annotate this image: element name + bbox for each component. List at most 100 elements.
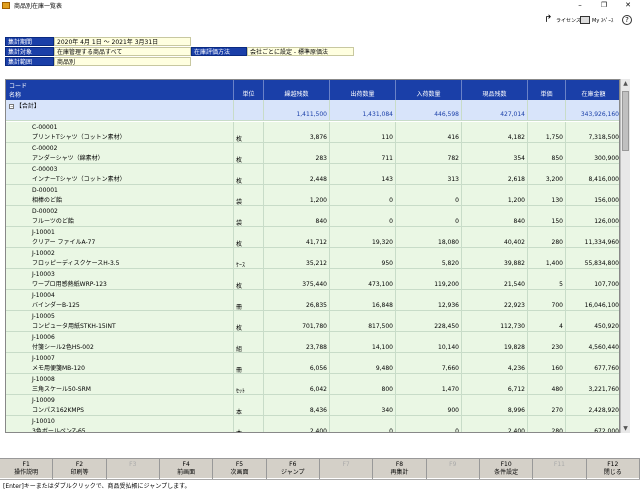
row-code: J-10002: [32, 250, 55, 257]
row-on-hand: 4,182: [461, 122, 527, 143]
row-unit-price: 270: [527, 395, 565, 416]
row-carryover: 283: [263, 143, 329, 164]
close-button[interactable]: ✕: [616, 0, 640, 10]
scroll-thumb[interactable]: [622, 91, 629, 151]
row-shipped: 711: [329, 143, 395, 164]
row-carryover: 840: [263, 206, 329, 227]
fkey-f2[interactable]: F2 印刷等: [53, 459, 107, 479]
row-unit: 枚: [233, 227, 263, 248]
vertical-scrollbar[interactable]: ▲ ▼: [620, 79, 630, 433]
table-row[interactable]: J-100103色ボールペンZ-65本2,400002,400280672,00…: [6, 416, 619, 433]
table-row[interactable]: J-10001 クリアー ファイルA-77 枚 41,712 19,320 18,080 4…: [6, 227, 619, 248]
row-unit: 枚: [233, 122, 263, 143]
grid-header: コード 名称 単位 繰越残数 出荷数量 入荷数量 現品残数 単価 在庫金額: [6, 80, 619, 100]
myspace-button[interactable]: My ｽﾍﾟｰｽ: [580, 13, 613, 27]
license-button[interactable]: ↱ ライセンス: [544, 13, 581, 27]
row-unit-price: 280: [527, 416, 565, 432]
table-row[interactable]: J-10005 コンピュータ用紙STKH-15INT 枚 701,780 817,500…: [6, 311, 619, 332]
table-row[interactable]: D-00001 相棒のど飴袋 1,200 0 0 1,200 130 156,000: [6, 185, 619, 206]
row-on-hand: 4,236: [461, 353, 527, 374]
table-row[interactable]: C-00003 インナーTシャツ（コットン素材） 枚 2,448 143 313 2,618…: [6, 164, 619, 185]
row-unit-price: 160: [527, 353, 565, 374]
row-amount: 55,834,800: [565, 248, 619, 269]
row-code: D-00001: [32, 187, 58, 194]
row-unit: 本: [233, 395, 263, 416]
row-unit: 袋: [233, 206, 263, 227]
fkey-label: 前画面: [177, 469, 196, 476]
restore-button[interactable]: ❐: [592, 0, 616, 10]
row-code: J-10006: [32, 334, 55, 341]
total-unit: [233, 100, 263, 121]
minimize-button[interactable]: –: [568, 0, 592, 10]
row-amount: 3,221,760: [565, 374, 619, 395]
row-shipped: 0: [329, 416, 395, 432]
row-received: 7,660: [395, 353, 461, 374]
row-name: 3色ボールペンZ-65: [32, 428, 86, 433]
row-carryover: 35,212: [263, 248, 329, 269]
row-carryover: 3,876: [263, 122, 329, 143]
total-label: 【合計】: [15, 103, 40, 110]
eval-value: 会社ごとに設定 - 標準原価法: [247, 47, 354, 56]
fkey-f6[interactable]: F6 ジャンプ: [267, 459, 320, 479]
row-on-hand: 19,828: [461, 332, 527, 353]
table-row[interactable]: D-00002 フルーツのど飴袋 840 0 0 840 150 126,000: [6, 206, 619, 227]
table-row[interactable]: C-00001 プリントTシャツ（コットン素材） 枚 3,876 110 416 4,182…: [6, 122, 619, 143]
total-row[interactable]: − 【合計】 1,411,500 1,431,084 446,598 427,0…: [6, 100, 619, 121]
inventory-grid[interactable]: コード 名称 単位 繰越残数 出荷数量 入荷数量 現品残数 単価 在庫金額 − …: [5, 79, 620, 433]
row-shipped: 340: [329, 395, 395, 416]
row-received: 5,820: [395, 248, 461, 269]
header-shipped: 出荷数量: [329, 80, 395, 100]
row-code: J-10009: [32, 397, 55, 404]
row-on-hand: 1,200: [461, 185, 527, 206]
table-row[interactable]: J-10004 バインダーB-125 冊 26,835 16,848 12,936 22,9…: [6, 290, 619, 311]
row-carryover: 2,400: [263, 416, 329, 432]
table-row[interactable]: J-10003 ワープロ用感熱紙WRP-123 枚 375,440 473,100 119…: [6, 269, 619, 290]
fkey-f8[interactable]: F8 再集計: [373, 459, 427, 479]
help-button[interactable]: ?: [622, 13, 632, 27]
table-row[interactable]: J-10002 フロッピーディスクケースH-3.5 ｹｰｽ 35,212 950 5,82…: [6, 248, 619, 269]
fkey-key: F10: [500, 461, 512, 468]
table-row[interactable]: J-10006 付箋シール2色HS-002 組 23,788 14,100 10,140 1…: [6, 332, 619, 353]
row-received: 119,200: [395, 269, 461, 290]
table-row[interactable]: J-10007 メモ用便箋MB-120 冊 6,056 9,480 7,660 4,236 1…: [6, 353, 619, 374]
fkey-f12[interactable]: F12 閉じる: [587, 459, 640, 479]
row-received: 313: [395, 164, 461, 185]
row-carryover: 1,200: [263, 185, 329, 206]
row-carryover: 41,712: [263, 227, 329, 248]
row-unit-price: 1,400: [527, 248, 565, 269]
row-code: J-10004: [32, 292, 55, 299]
row-on-hand: 840: [461, 206, 527, 227]
fkey-key: F5: [235, 461, 244, 468]
row-carryover: 8,436: [263, 395, 329, 416]
fkey-f9: F9: [427, 459, 480, 479]
total-shipped: 1,431,084: [329, 100, 395, 121]
row-amount: 156,000: [565, 185, 619, 206]
fkey-f10[interactable]: F10 条件設定: [480, 459, 534, 479]
collapse-icon[interactable]: −: [9, 104, 14, 109]
row-on-hand: 39,882: [461, 248, 527, 269]
fkey-f4[interactable]: F4 前画面: [160, 459, 214, 479]
fkey-f1[interactable]: F1 操作説明: [0, 459, 54, 479]
table-row[interactable]: C-00002 アンダーシャツ（綿素材） 枚 283 711 782 354 850 300,9…: [6, 143, 619, 164]
total-label-wrap: − 【合計】: [9, 101, 40, 110]
fkey-f3: F3: [107, 459, 160, 479]
table-row[interactable]: J-10008 三角スケール50-SRM ｾｯﾄ 6,042 800 1,470 6,712…: [6, 374, 619, 395]
row-shipped: 143: [329, 164, 395, 185]
row-unit: ｹｰｽ: [233, 248, 263, 269]
scroll-down-icon[interactable]: ▼: [621, 424, 630, 433]
row-shipped: 14,100: [329, 332, 395, 353]
row-unit-price: 230: [527, 332, 565, 353]
total-carryover: 1,411,500: [263, 100, 329, 121]
row-shipped: 9,480: [329, 353, 395, 374]
table-row[interactable]: J-10009 コンパス162KMPS 本 8,436 340 900 8,996 270 2,…: [6, 395, 619, 416]
help-icon: ?: [622, 15, 632, 25]
status-bar: [Enter]キーまたはダブルクリックで、商品受払帳にジャンプします。: [0, 479, 640, 492]
row-received: 10,140: [395, 332, 461, 353]
row-name: ワープロ用感熱紙WRP-123: [32, 281, 107, 288]
fkey-label: 操作説明: [14, 469, 39, 476]
row-shipped: 473,100: [329, 269, 395, 290]
row-shipped: 19,320: [329, 227, 395, 248]
fkey-f5[interactable]: F5 次画面: [213, 459, 267, 479]
scroll-up-icon[interactable]: ▲: [621, 79, 630, 88]
row-amount: 450,920: [565, 311, 619, 332]
